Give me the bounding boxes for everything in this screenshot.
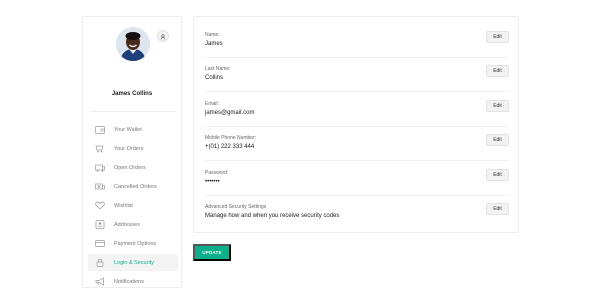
field-label: Mobile Phone Number: (205, 135, 257, 141)
mobile-phone-field: Mobile Phone Number: +(01) 222 333 444 E… (205, 134, 509, 169)
sidebar-item-label: Login & Security (114, 259, 155, 266)
heart-icon (94, 200, 105, 211)
field-label: Last Name: (205, 66, 231, 72)
email-field: Email: james@gmail.com Edit (205, 100, 509, 135)
cancelled-orders-icon (94, 181, 105, 192)
field-label: Advanced Security Settings (205, 204, 267, 210)
field-label: Email: (205, 101, 219, 107)
edit-phone-button[interactable]: Edit (486, 134, 509, 146)
field-value: Manage how and when you receive security… (205, 213, 340, 219)
divider (205, 160, 509, 161)
sidebar-item-notifications[interactable]: Notifications (88, 273, 178, 290)
change-photo-button[interactable] (157, 30, 169, 42)
address-book-icon (94, 219, 105, 230)
divider (205, 126, 509, 127)
field-value: Collins (205, 75, 224, 81)
name-field: Name: James Edit (205, 31, 509, 66)
advanced-security-field: Advanced Security Settings Manage how an… (205, 203, 509, 238)
update-button[interactable]: UPDATE (193, 244, 231, 261)
field-value: james@gmail.com (205, 110, 255, 116)
edit-advanced-security-button[interactable]: Edit (486, 203, 509, 215)
sidebar-item-label: Payment Options (114, 240, 157, 247)
password-field: Password: ••••••• Edit (205, 169, 509, 204)
lock-icon (94, 257, 105, 268)
user-name: James Collins (111, 91, 153, 97)
sidebar-item-open-orders[interactable]: Open Orders (88, 159, 178, 176)
divider (205, 57, 509, 58)
sidebar-item-label: Addresses (114, 221, 140, 228)
user-icon (160, 27, 166, 45)
avatar (116, 27, 150, 61)
account-sidebar: James Collins Your Wallet Your Orders Op… (82, 16, 182, 288)
field-label: Password: (205, 170, 229, 176)
edit-last-name-button[interactable]: Edit (486, 65, 509, 77)
edit-password-button[interactable]: Edit (486, 169, 509, 181)
last-name-field: Last Name: Collins Edit (205, 65, 509, 100)
sidebar-item-label: Your Wallet (114, 126, 142, 133)
field-label: Name: (205, 32, 220, 38)
sidebar-item-login-security[interactable]: Login & Security (88, 254, 178, 271)
payment-icon (94, 238, 105, 249)
sidebar-item-label: Cancelled Orders (114, 183, 157, 190)
sidebar-item-wallet[interactable]: Your Wallet (88, 121, 178, 138)
wallet-icon (94, 124, 105, 135)
divider (90, 111, 176, 112)
sidebar-menu: Your Wallet Your Orders Open Orders Canc… (88, 121, 178, 292)
field-value: James (205, 41, 223, 47)
field-value: ••••••• (205, 179, 220, 185)
field-value: +(01) 222 333 444 (205, 144, 255, 150)
sidebar-item-label: Open Orders (114, 164, 146, 171)
divider (205, 195, 509, 196)
sidebar-item-cancelled-orders[interactable]: Cancelled Orders (88, 178, 178, 195)
sidebar-item-payment-options[interactable]: Payment Options (88, 235, 178, 252)
orders-icon (94, 143, 105, 154)
open-orders-icon (94, 162, 105, 173)
divider (205, 91, 509, 92)
sidebar-item-orders[interactable]: Your Orders (88, 140, 178, 157)
sidebar-item-label: Notifications (114, 278, 144, 285)
sidebar-item-label: Your Orders (114, 145, 144, 152)
edit-email-button[interactable]: Edit (486, 100, 509, 112)
megaphone-icon (94, 276, 105, 287)
security-settings-card: Name: James Edit Last Name: Collins Edit… (193, 16, 519, 233)
sidebar-item-addresses[interactable]: Addresses (88, 216, 178, 233)
sidebar-item-wishlist[interactable]: Wishlist (88, 197, 178, 214)
sidebar-item-label: Wishlist (114, 202, 133, 209)
edit-name-button[interactable]: Edit (486, 31, 509, 43)
